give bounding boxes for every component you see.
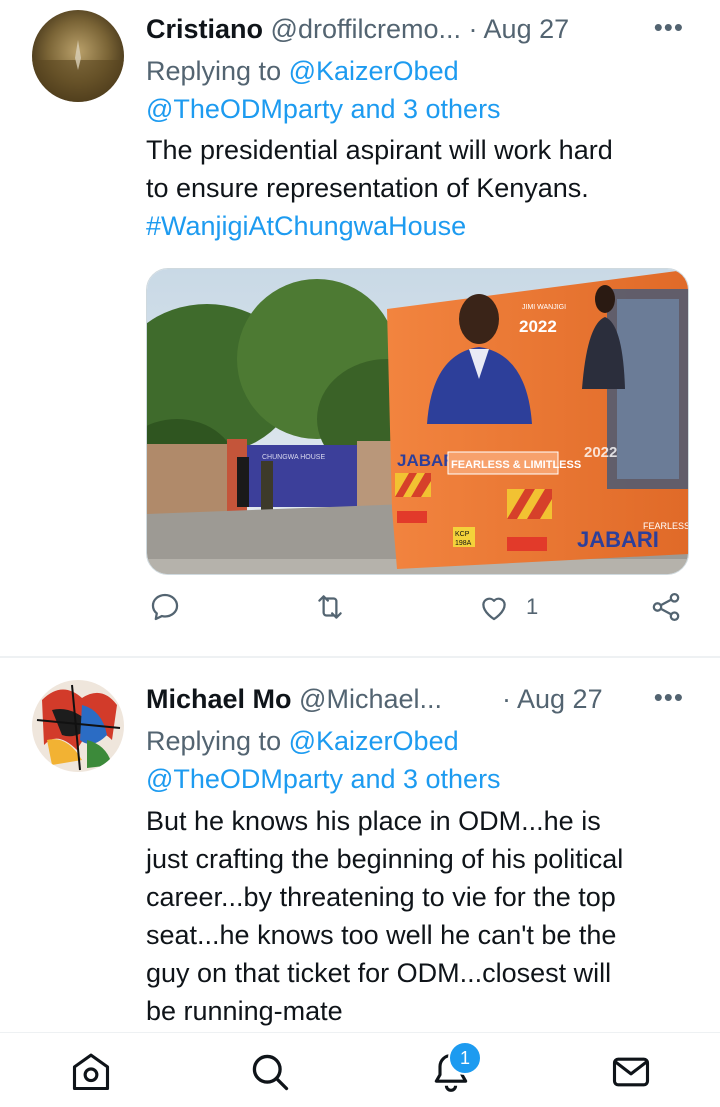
reply-mention-link[interactable]: @KaizerObed xyxy=(289,726,459,756)
banner-top: JIMI WANJIGI xyxy=(522,304,566,311)
tweet-text-line: But he knows his place in ODM...he is xyxy=(146,806,601,836)
hashtag-link[interactable]: #WanjigiAtChungwaHouse xyxy=(146,207,706,245)
nav-search[interactable] xyxy=(245,1047,295,1097)
plate-line2: 198A xyxy=(455,540,472,547)
tweet-date[interactable]: Aug 27 xyxy=(517,684,603,714)
tweet-header: Cristiano @droffilcremo... · Aug 27 xyxy=(146,10,569,48)
separator-dot: · xyxy=(468,14,478,44)
nav-notifications[interactable]: 1 xyxy=(426,1041,482,1097)
replying-to-others: @TheODMparty and 3 others xyxy=(146,760,501,798)
plate-line1: KCP xyxy=(455,531,470,538)
replying-prefix: Replying to xyxy=(146,56,282,86)
tweet-text-line: seat...he knows too well he can't be the xyxy=(146,920,617,950)
avatar[interactable] xyxy=(32,680,124,772)
more-options-button[interactable]: ••• xyxy=(654,682,684,713)
share-icon xyxy=(652,592,680,622)
replying-prefix: Replying to xyxy=(146,726,282,756)
reply-others-link[interactable]: @TheODMparty and 3 others xyxy=(146,764,501,794)
replying-to: Replying to @KaizerObed xyxy=(146,52,459,90)
side-year: 2022 xyxy=(584,444,617,461)
like-count: 1 xyxy=(526,594,539,619)
gate-sign: CHUNGWA HOUSE xyxy=(262,454,325,461)
banner-year: 2022 xyxy=(519,317,557,336)
avatar[interactable] xyxy=(32,10,124,102)
search-icon xyxy=(252,1054,289,1091)
tweet-michael-mo[interactable]: Michael Mo @Michael... · Aug 27 ••• Repl… xyxy=(0,658,720,1030)
reply-button[interactable] xyxy=(148,590,182,624)
home-icon xyxy=(72,1053,110,1091)
reply-icon xyxy=(151,593,179,621)
like-button[interactable]: 1 xyxy=(476,590,538,624)
author-name[interactable]: Cristiano xyxy=(146,14,263,44)
tweet-text-line: just crafting the beginning of his polit… xyxy=(146,844,624,874)
avatar-image xyxy=(32,680,124,772)
tweet-text-line: The presidential aspirant will work hard xyxy=(146,135,613,165)
reply-mention-link[interactable]: @KaizerObed xyxy=(289,56,459,86)
tweet-text-line: career...by threatening to vie for the t… xyxy=(146,882,616,912)
tweet-header: Michael Mo @Michael... xyxy=(146,680,442,718)
tweet-text: The presidential aspirant will work hard… xyxy=(146,131,706,245)
share-button[interactable] xyxy=(648,590,684,624)
tweet-text-line: to ensure representation of Kenyans. xyxy=(146,173,589,203)
nav-home[interactable] xyxy=(66,1047,116,1097)
reply-others-link[interactable]: @TheODMparty and 3 others xyxy=(146,94,501,124)
tweet-photo[interactable]: CHUNGWA HOUSE JIMI WANJIGI 2022 2022 JAB… xyxy=(146,268,689,575)
tweet-date[interactable]: Aug 27 xyxy=(484,14,570,44)
mail-icon xyxy=(612,1057,650,1087)
author-handle[interactable]: @Michael... xyxy=(299,684,442,714)
avatar-image xyxy=(32,10,124,102)
replying-to: Replying to @KaizerObed xyxy=(146,722,459,760)
tweet-text-line: be running-mate xyxy=(146,996,343,1026)
tweet-text: But he knows his place in ODM...he is ju… xyxy=(146,802,706,1030)
tweet-actions: 1 xyxy=(146,590,706,640)
author-handle[interactable]: @droffilcremo... xyxy=(271,14,461,44)
slogan-text: FEARLESS & LIMITLESS xyxy=(451,459,581,471)
notification-badge: 1 xyxy=(448,1041,482,1075)
retweet-button[interactable] xyxy=(312,590,348,624)
nav-messages[interactable] xyxy=(606,1047,656,1097)
retweet-icon xyxy=(318,595,342,619)
more-options-button[interactable]: ••• xyxy=(654,12,684,43)
photo-scene: CHUNGWA HOUSE JIMI WANJIGI 2022 2022 JAB… xyxy=(147,269,688,574)
replying-to-others: @TheODMparty and 3 others xyxy=(146,90,501,128)
tweet-text-line: guy on that ticket for ODM...closest wil… xyxy=(146,958,612,988)
tweet-cristiano[interactable]: Cristiano @droffilcremo... · Aug 27 ••• … xyxy=(0,0,720,656)
heart-icon xyxy=(482,597,506,621)
tweet-meta: · Aug 27 xyxy=(502,680,603,718)
separator-dot: · xyxy=(502,684,511,714)
bottom-nav: 1 xyxy=(0,1032,720,1107)
author-name[interactable]: Michael Mo xyxy=(146,684,292,714)
side-slogan: FEARLESS & L xyxy=(643,521,688,531)
